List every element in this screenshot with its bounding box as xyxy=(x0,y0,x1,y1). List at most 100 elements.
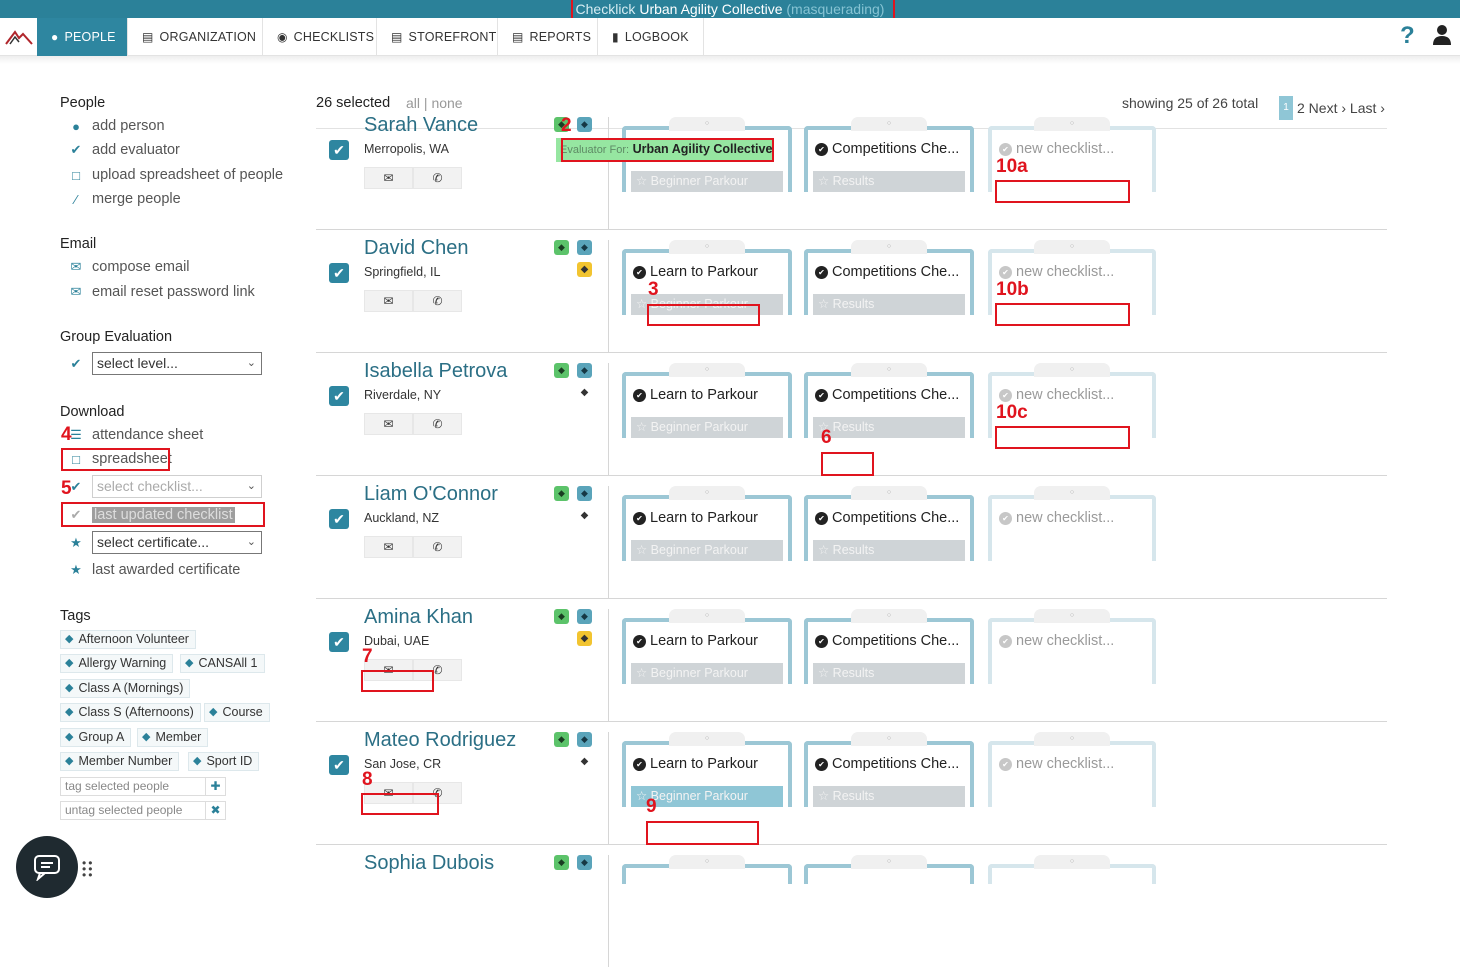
email-button[interactable]: ✉ xyxy=(364,167,413,189)
tab-storefront[interactable]: ▤ STOREFRONT xyxy=(377,18,498,56)
email-button[interactable]: ✉ xyxy=(364,536,413,558)
checklist-title[interactable]: ✔Learn to Parkour xyxy=(633,510,758,526)
new-checklist-card[interactable]: ○ ✔ new checklist... xyxy=(988,486,1156,561)
tag-icon[interactable]: ◆ xyxy=(577,609,592,624)
tab-people[interactable]: ● PEOPLE xyxy=(37,18,128,56)
new-checklist-title[interactable]: ✔ new checklist... xyxy=(999,510,1114,526)
tag-item[interactable]: ◆ Member xyxy=(137,728,209,747)
person-name[interactable]: Mateo Rodriguez xyxy=(364,729,516,752)
add-evaluator-link[interactable]: ✔ add evaluator xyxy=(68,142,180,158)
app-logo-icon[interactable] xyxy=(0,18,37,56)
checklist-level[interactable]: ☆ Beginner Parkour xyxy=(631,171,783,192)
tag-icon[interactable]: ◆ xyxy=(577,240,592,255)
checklist-level[interactable]: ☆ Results xyxy=(813,417,965,438)
tag-icon[interactable]: ◆ xyxy=(554,240,569,255)
checklist-card[interactable]: ○ ✔Learn to Parkour ☆ Beginner Parkour xyxy=(622,363,792,438)
upload-spreadsheet-link[interactable]: □ upload spreadsheet of people xyxy=(68,167,283,183)
phone-button[interactable]: ✆ xyxy=(413,413,462,435)
new-checklist-title[interactable]: ✔ new checklist... xyxy=(999,141,1114,157)
tag-item[interactable]: ◆ Afternoon Volunteer xyxy=(60,630,196,649)
tag-icon[interactable]: ◆ xyxy=(554,363,569,378)
row-checkbox[interactable]: ✔ xyxy=(329,632,349,652)
checklist-card[interactable]: ○ xyxy=(622,855,792,884)
checklist-card[interactable]: ○ ✔ Competitions Che... ☆ Results xyxy=(804,609,974,684)
attendance-sheet-link[interactable]: ☰ attendance sheet xyxy=(68,427,203,443)
new-checklist-title[interactable]: ✔ new checklist... xyxy=(999,756,1114,772)
checklist-title[interactable]: ✔ Competitions Che... xyxy=(815,756,959,772)
tag-icon[interactable]: ◆ xyxy=(577,732,592,747)
phone-button[interactable]: ✆ xyxy=(413,167,462,189)
new-checklist-title[interactable]: ✔ new checklist... xyxy=(999,633,1114,649)
checklist-title[interactable]: ✔Learn to Parkour xyxy=(633,756,758,772)
phone-button[interactable]: ✆ xyxy=(413,290,462,312)
row-checkbox[interactable]: ✔ xyxy=(329,755,349,775)
drag-handle-icon[interactable]: •• •• •• xyxy=(82,857,94,881)
tag-item[interactable]: ◆ Member Number xyxy=(60,752,180,771)
tab-checklists[interactable]: ◉ CHECKLISTS xyxy=(263,18,377,56)
checklist-title[interactable]: ✔ Competitions Che... xyxy=(815,141,959,157)
tag-icon[interactable]: ◆ xyxy=(554,486,569,501)
new-checklist-card[interactable]: ○ ✔ new checklist... xyxy=(988,609,1156,684)
tag-icon[interactable]: ◆ xyxy=(554,855,569,870)
checklist-level[interactable]: ☆ Results xyxy=(813,540,965,561)
untag-selected-input[interactable]: untag selected people xyxy=(60,801,206,820)
checklist-card[interactable]: ○ ✔ Competitions Che... ☆ Results xyxy=(804,732,974,807)
new-checklist-title[interactable]: ✔ new checklist... xyxy=(999,264,1114,280)
tag-item[interactable]: ◆ Group A xyxy=(60,728,132,747)
checklist-level[interactable]: ☆ Results xyxy=(813,663,965,684)
checklist-title[interactable]: ✔ Competitions Che... xyxy=(815,633,959,649)
tag-item[interactable]: ◆ Course xyxy=(204,703,270,722)
help-icon[interactable]: ? xyxy=(1400,22,1415,50)
last-awarded-certificate-link[interactable]: ★ last awarded certificate xyxy=(68,562,240,578)
tag-icon[interactable]: ◆ xyxy=(554,609,569,624)
merge-people-link[interactable]: ⁄ merge people xyxy=(68,191,181,207)
new-checklist-title[interactable]: ✔ new checklist... xyxy=(999,387,1114,403)
person-name[interactable]: Sophia Dubois xyxy=(364,852,494,875)
person-name[interactable]: David Chen xyxy=(364,237,469,260)
tag-item[interactable]: ◆ Allergy Warning xyxy=(60,654,174,673)
checklist-card[interactable]: ○ ✔Learn to Parkour ☆ Beginner Parkour xyxy=(622,609,792,684)
chat-button[interactable] xyxy=(16,836,78,898)
tag-icon[interactable]: ◆ xyxy=(577,486,592,501)
email-button[interactable]: ✉ xyxy=(364,290,413,312)
checklist-title[interactable]: ✔ Competitions Che... xyxy=(815,387,959,403)
tag-icon[interactable]: ◆ xyxy=(577,117,592,132)
checklist-card[interactable]: ○ ✔ Competitions Che... ☆ Results xyxy=(804,117,974,192)
compose-email-link[interactable]: ✉ compose email xyxy=(68,259,190,275)
new-checklist-card[interactable]: ○ xyxy=(988,855,1156,884)
row-checkbox[interactable]: ✔ xyxy=(329,140,349,160)
tag-icon[interactable]: ◆ xyxy=(577,508,592,523)
checklist-title[interactable]: ✔ Competitions Che... xyxy=(815,264,959,280)
tab-reports[interactable]: ▤ REPORTS xyxy=(498,18,598,56)
new-checklist-card[interactable]: ○ ✔ new checklist... xyxy=(988,732,1156,807)
person-name[interactable]: Sarah Vance xyxy=(364,114,478,137)
select-checklist-dropdown[interactable]: select checklist... ⌄ xyxy=(92,475,262,498)
checklist-level[interactable]: ☆ Beginner Parkour xyxy=(631,417,783,438)
remove-tag-icon[interactable]: ✖ xyxy=(206,801,226,820)
tag-item[interactable]: ◆ CANSAll 1 xyxy=(180,654,265,673)
tag-icon[interactable]: ◆ xyxy=(577,385,592,400)
checklist-card[interactable]: ○ xyxy=(804,855,974,884)
checklist-title[interactable]: ✔ Competitions Che... xyxy=(815,510,959,526)
add-tag-icon[interactable]: ✚ xyxy=(206,777,226,796)
email-button[interactable]: ✉ xyxy=(364,413,413,435)
checklist-level[interactable]: ☆ Beginner Parkour xyxy=(631,663,783,684)
checklist-card[interactable]: ○ ✔Learn to Parkour ☆ Beginner Parkour xyxy=(622,486,792,561)
row-checkbox[interactable]: ✔ xyxy=(329,386,349,406)
email-reset-link[interactable]: ✉ email reset password link xyxy=(68,284,255,300)
phone-button[interactable]: ✆ xyxy=(413,536,462,558)
tag-icon[interactable]: ◆ xyxy=(577,855,592,870)
row-checkbox[interactable]: ✔ xyxy=(329,509,349,529)
checklist-card[interactable]: ○ ✔ Competitions Che... ☆ Results xyxy=(804,240,974,315)
tab-organization[interactable]: ▤ ORGANIZATION xyxy=(128,18,263,56)
select-level-dropdown[interactable]: select level... ⌄ xyxy=(92,352,262,375)
tag-icon[interactable]: ◆ xyxy=(577,363,592,378)
user-icon[interactable] xyxy=(1432,24,1452,51)
checklist-level[interactable]: ☆ Beginner Parkour xyxy=(631,540,783,561)
checklist-level[interactable]: ☆ Results xyxy=(813,786,965,807)
person-name[interactable]: Amina Khan xyxy=(364,606,473,629)
checklist-level[interactable]: ☆ Results xyxy=(813,171,965,192)
tag-icon[interactable]: ◆ xyxy=(554,732,569,747)
checklist-title[interactable]: ✔Learn to Parkour xyxy=(633,633,758,649)
checklist-level[interactable]: ☆ Results xyxy=(813,294,965,315)
